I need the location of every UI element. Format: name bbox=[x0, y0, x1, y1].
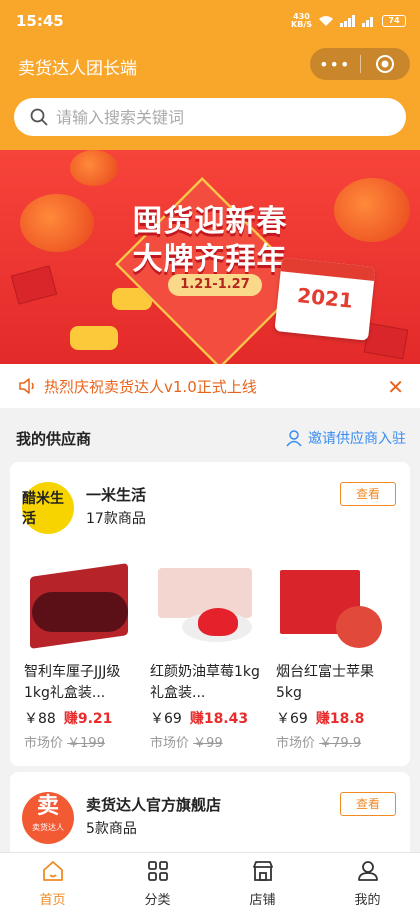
store-product-count: 5款商品 bbox=[86, 821, 137, 837]
signal-icon bbox=[340, 15, 355, 27]
red-envelope-decoration bbox=[363, 322, 409, 360]
tab-label: 我的 bbox=[354, 893, 381, 908]
search-box[interactable] bbox=[14, 98, 406, 136]
search-icon bbox=[30, 108, 48, 126]
suppliers-header: 我的供应商 邀请供应商入驻 bbox=[0, 418, 420, 458]
more-menu-button[interactable]: ••• bbox=[310, 55, 360, 74]
store-product-count: 17款商品 bbox=[86, 511, 146, 527]
lantern-decoration bbox=[70, 150, 118, 186]
product-price: ￥69 bbox=[276, 711, 308, 727]
user-icon bbox=[357, 861, 378, 881]
notice-text: 热烈庆祝卖货达人v1.0正式上线 bbox=[44, 377, 257, 396]
product-image bbox=[24, 552, 134, 652]
product-price: ￥69 bbox=[150, 711, 182, 727]
product-card[interactable]: 红颜奶油草莓1kg礼盒装... ￥69 赚18.43 市场价 ￥99 bbox=[150, 552, 260, 751]
tab-label: 店铺 bbox=[249, 893, 276, 908]
market-price: 市场价 ￥79.9 bbox=[276, 736, 362, 751]
product-name: 烟台红富士苹果5kg bbox=[276, 664, 374, 701]
target-icon bbox=[376, 55, 395, 73]
price-row: ￥88 赚9.21 bbox=[24, 708, 134, 728]
tab-home[interactable]: 首页 bbox=[0, 853, 105, 910]
store-logo: 卖 卖货达人 bbox=[22, 792, 74, 844]
calendar-year: 2021 bbox=[296, 283, 355, 313]
product-image bbox=[276, 552, 386, 652]
speaker-icon bbox=[19, 378, 34, 394]
add-user-icon bbox=[286, 430, 302, 447]
view-store-button[interactable]: 查看 bbox=[340, 792, 396, 816]
market-price: 市场价 ￥199 bbox=[24, 736, 105, 751]
supplier-card[interactable]: 醋米生活 一米生活 17款商品 查看 智利车厘子JJJ级1kg礼盒装... ￥8… bbox=[10, 462, 410, 766]
product-earn: 赚18.8 bbox=[315, 711, 365, 727]
close-miniprogram-button[interactable] bbox=[360, 54, 410, 74]
invite-supplier-link[interactable]: 邀请供应商入驻 bbox=[286, 428, 406, 448]
tab-mine[interactable]: 我的 bbox=[315, 853, 420, 910]
page-title: 卖货达人团长端 bbox=[18, 59, 137, 79]
price-row: ￥69 赚18.43 bbox=[150, 708, 260, 728]
search-area bbox=[0, 90, 420, 150]
grid-icon bbox=[147, 861, 168, 881]
view-store-button[interactable]: 查看 bbox=[340, 482, 396, 506]
product-price: ￥88 bbox=[24, 711, 56, 727]
tab-label: 分类 bbox=[144, 893, 171, 908]
tab-bar: 首页 分类 店铺 我的 bbox=[0, 852, 420, 910]
section-title: 我的供应商 bbox=[16, 430, 92, 448]
net-speed: 430 KB/S bbox=[291, 12, 312, 29]
miniprogram-capsule: ••• bbox=[310, 48, 410, 80]
nav-bar: 卖货达人团长端 ••• bbox=[0, 42, 420, 90]
promo-banner[interactable]: 囤货迎新春 大牌齐拜年 1.21-1.27 2021 bbox=[0, 150, 420, 364]
shop-icon bbox=[252, 861, 273, 881]
home-icon bbox=[42, 861, 63, 881]
gold-ingot-decoration bbox=[70, 326, 118, 350]
product-earn: 赚9.21 bbox=[63, 711, 113, 727]
store-name: 一米生活 bbox=[86, 486, 147, 504]
battery-icon: 74 bbox=[382, 15, 406, 27]
notice-bar: 热烈庆祝卖货达人v1.0正式上线 ✕ bbox=[0, 364, 420, 408]
tab-category[interactable]: 分类 bbox=[105, 853, 210, 910]
search-input[interactable] bbox=[56, 107, 376, 127]
tab-label: 首页 bbox=[39, 893, 66, 908]
status-bar: 15:45 430 KB/S 74 bbox=[0, 0, 420, 42]
store-name: 卖货达人官方旗舰店 bbox=[86, 796, 222, 814]
status-icons: 430 KB/S 74 bbox=[291, 13, 406, 29]
product-name: 智利车厘子JJJ级1kg礼盒装... bbox=[24, 664, 121, 701]
status-time: 15:45 bbox=[16, 12, 64, 30]
product-image bbox=[150, 552, 260, 652]
calendar-decoration: 2021 bbox=[274, 257, 376, 341]
product-earn: 赚18.43 bbox=[189, 711, 249, 727]
banner-date: 1.21-1.27 bbox=[168, 274, 262, 296]
signal-icon-2 bbox=[362, 17, 373, 27]
product-list: 智利车厘子JJJ级1kg礼盒装... ￥88 赚9.21 市场价 ￥199 红颜… bbox=[24, 552, 386, 751]
invite-label: 邀请供应商入驻 bbox=[308, 431, 406, 447]
market-price: 市场价 ￥99 bbox=[150, 736, 223, 751]
product-card[interactable]: 智利车厘子JJJ级1kg礼盒装... ￥88 赚9.21 市场价 ￥199 bbox=[24, 552, 134, 751]
wifi-icon bbox=[319, 16, 333, 26]
tab-shop[interactable]: 店铺 bbox=[210, 853, 315, 910]
store-logo: 醋米生活 bbox=[22, 482, 74, 534]
product-name: 红颜奶油草莓1kg礼盒装... bbox=[150, 664, 260, 701]
price-row: ￥69 赚18.8 bbox=[276, 708, 386, 728]
close-icon[interactable]: ✕ bbox=[387, 375, 404, 399]
product-card[interactable]: 烟台红富士苹果5kg ￥69 赚18.8 市场价 ￥79.9 bbox=[276, 552, 386, 751]
